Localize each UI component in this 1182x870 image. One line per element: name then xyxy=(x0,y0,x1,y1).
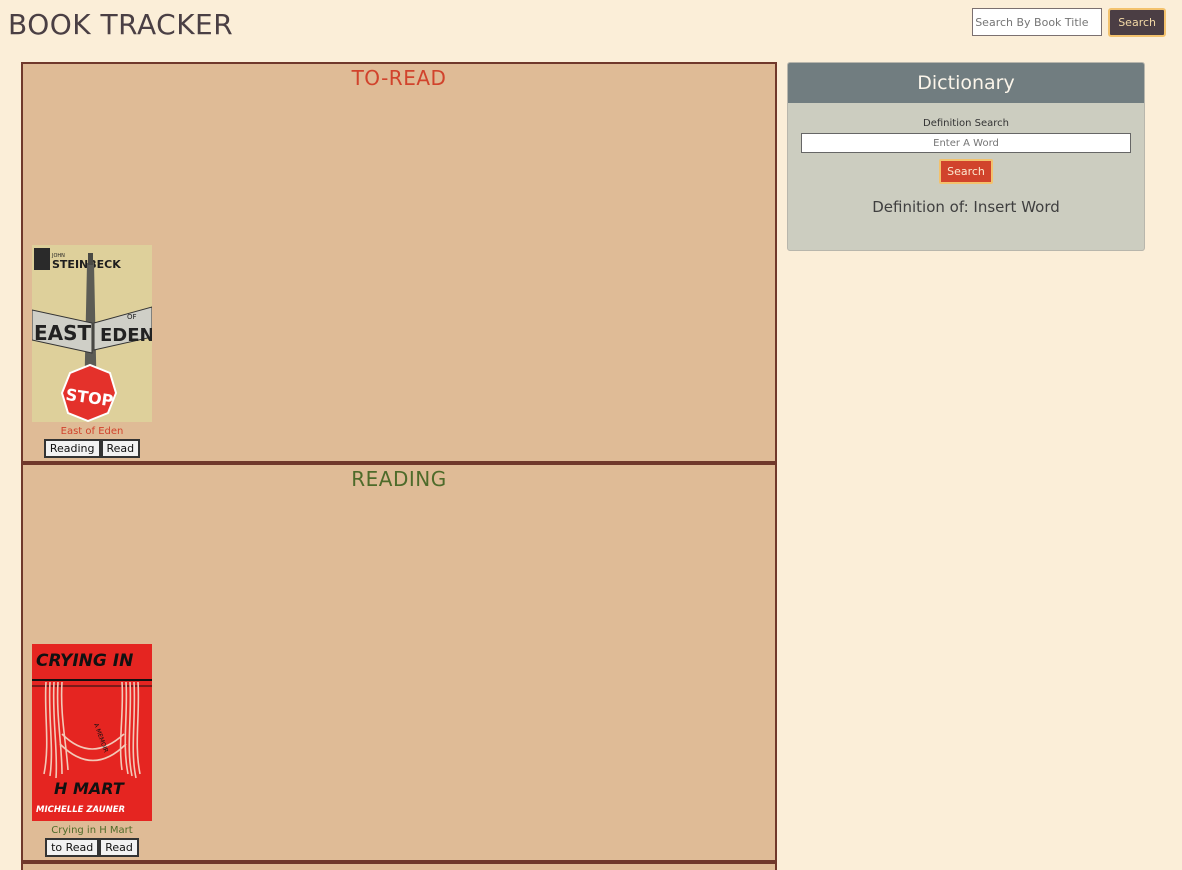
book-cover-crying-in-h-mart[interactable]: CRYING IN A MEMOIR H MART MICHELLE ZAUNE… xyxy=(32,644,152,821)
book-search-button[interactable]: Search xyxy=(1108,8,1166,37)
cover-word-of: OF xyxy=(127,313,137,321)
definition-search-button[interactable]: Search xyxy=(939,159,993,184)
app-title: BOOK TRACKER xyxy=(8,8,234,41)
cover-word-east: EAST xyxy=(34,321,92,345)
book-card-crying-in-h-mart: CRYING IN A MEMOIR H MART MICHELLE ZAUNE… xyxy=(32,644,152,857)
move-to-read-button[interactable]: Read xyxy=(99,838,139,857)
cover-word-eden: EDEN xyxy=(100,325,152,346)
move-to-reading-button[interactable]: Reading xyxy=(43,439,101,458)
book-title: Crying in H Mart xyxy=(51,825,133,836)
dictionary-panel: Dictionary Definition Search Search Defi… xyxy=(787,62,1145,251)
cover-word-crying-in: CRYING IN xyxy=(36,651,133,671)
book-title: East of Eden xyxy=(60,426,124,437)
word-input[interactable] xyxy=(801,133,1131,153)
cover-author: STEINBECK xyxy=(52,258,121,271)
book-actions: to Read Read xyxy=(32,838,152,857)
dictionary-body: Definition Search Search Definition of: … xyxy=(788,103,1144,216)
definition-search-label: Definition Search xyxy=(923,118,1009,129)
cover-author: MICHELLE ZAUNER xyxy=(36,805,125,815)
shelf-title-reading: READING xyxy=(351,467,447,491)
shelves: TO-READ JOHN STEINBECK EAST OF EDEN STOP… xyxy=(21,62,777,870)
move-to-to-read-button[interactable]: to Read xyxy=(45,838,100,857)
book-cover-east-of-eden[interactable]: JOHN STEINBECK EAST OF EDEN STOP xyxy=(32,245,152,422)
book-card-east-of-eden: JOHN STEINBECK EAST OF EDEN STOP East of… xyxy=(32,245,152,458)
book-search-input[interactable] xyxy=(972,8,1103,36)
book-actions: Reading Read xyxy=(32,439,152,458)
shelf-reading: READING CRYING IN A MEMOIR H MART MICHEL… xyxy=(21,461,777,862)
book-search: Search xyxy=(972,8,1166,37)
dictionary-title: Dictionary xyxy=(788,63,1144,103)
move-to-read-button[interactable]: Read xyxy=(100,439,141,458)
shelf-title-to-read: TO-READ xyxy=(351,66,447,90)
shelf-to-read: TO-READ JOHN STEINBECK EAST OF EDEN STOP… xyxy=(21,62,777,463)
cover-word-h-mart: H MART xyxy=(54,779,125,798)
definition-result: Definition of: Insert Word xyxy=(872,198,1060,216)
